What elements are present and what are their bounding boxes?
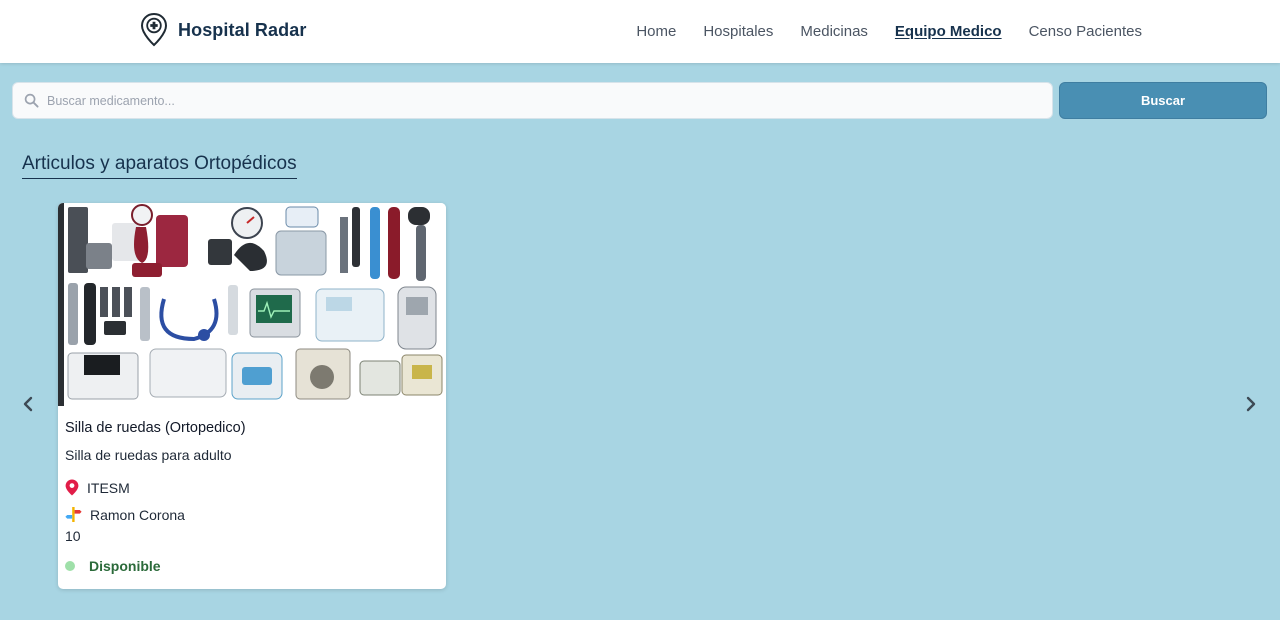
- carousel-next-button[interactable]: [1241, 394, 1261, 414]
- card-body: Silla de ruedas (Ortopedico) Silla de ru…: [65, 420, 435, 574]
- equipment-image: [58, 203, 446, 406]
- search-button[interactable]: Buscar: [1059, 82, 1267, 119]
- brand-name: Hospital Radar: [178, 19, 307, 40]
- brand-logo-link[interactable]: Hospital Radar: [140, 12, 306, 48]
- chevron-right-icon: [1246, 396, 1256, 412]
- quantity-text: 10: [65, 528, 81, 544]
- contact-text: Ramon Corona: [90, 506, 185, 523]
- nav-hospitales[interactable]: Hospitales: [703, 23, 773, 40]
- status-badge: Disponible: [65, 558, 435, 574]
- contact-row: Ramon Corona: [65, 501, 435, 528]
- search-bar: [12, 82, 1053, 119]
- carousel-prev-button[interactable]: [18, 394, 38, 414]
- equipment-description: Silla de ruedas para adulto: [65, 447, 232, 463]
- signpost-icon: [65, 507, 82, 522]
- main-nav: Home Hospitales Medicinas Equipo Medico …: [636, 0, 1142, 63]
- hospital-pin-icon: [140, 12, 168, 47]
- chevron-left-icon: [23, 396, 33, 412]
- search-icon: [24, 93, 39, 108]
- top-navbar: Hospital Radar Home Hospitales Medicinas…: [0, 0, 1280, 63]
- location-text: ITESM: [87, 479, 130, 496]
- section-title: Articulos y aparatos Ortopédicos: [22, 153, 297, 179]
- equipment-card[interactable]: Silla de ruedas (Ortopedico) Silla de ru…: [58, 203, 446, 589]
- location-pin-icon: [65, 479, 79, 496]
- nav-home[interactable]: Home: [636, 23, 676, 40]
- location-row: ITESM: [65, 474, 435, 501]
- status-text: Disponible: [89, 558, 161, 574]
- medical-equipment-collage-icon: [67, 204, 443, 400]
- nav-equipo-medico[interactable]: Equipo Medico: [895, 23, 1002, 40]
- nav-medicinas[interactable]: Medicinas: [800, 23, 868, 40]
- status-dot-icon: [65, 561, 75, 571]
- nav-censo-pacientes[interactable]: Censo Pacientes: [1029, 23, 1142, 40]
- search-input[interactable]: [47, 93, 1027, 108]
- equipment-title: Silla de ruedas (Ortopedico): [65, 420, 246, 436]
